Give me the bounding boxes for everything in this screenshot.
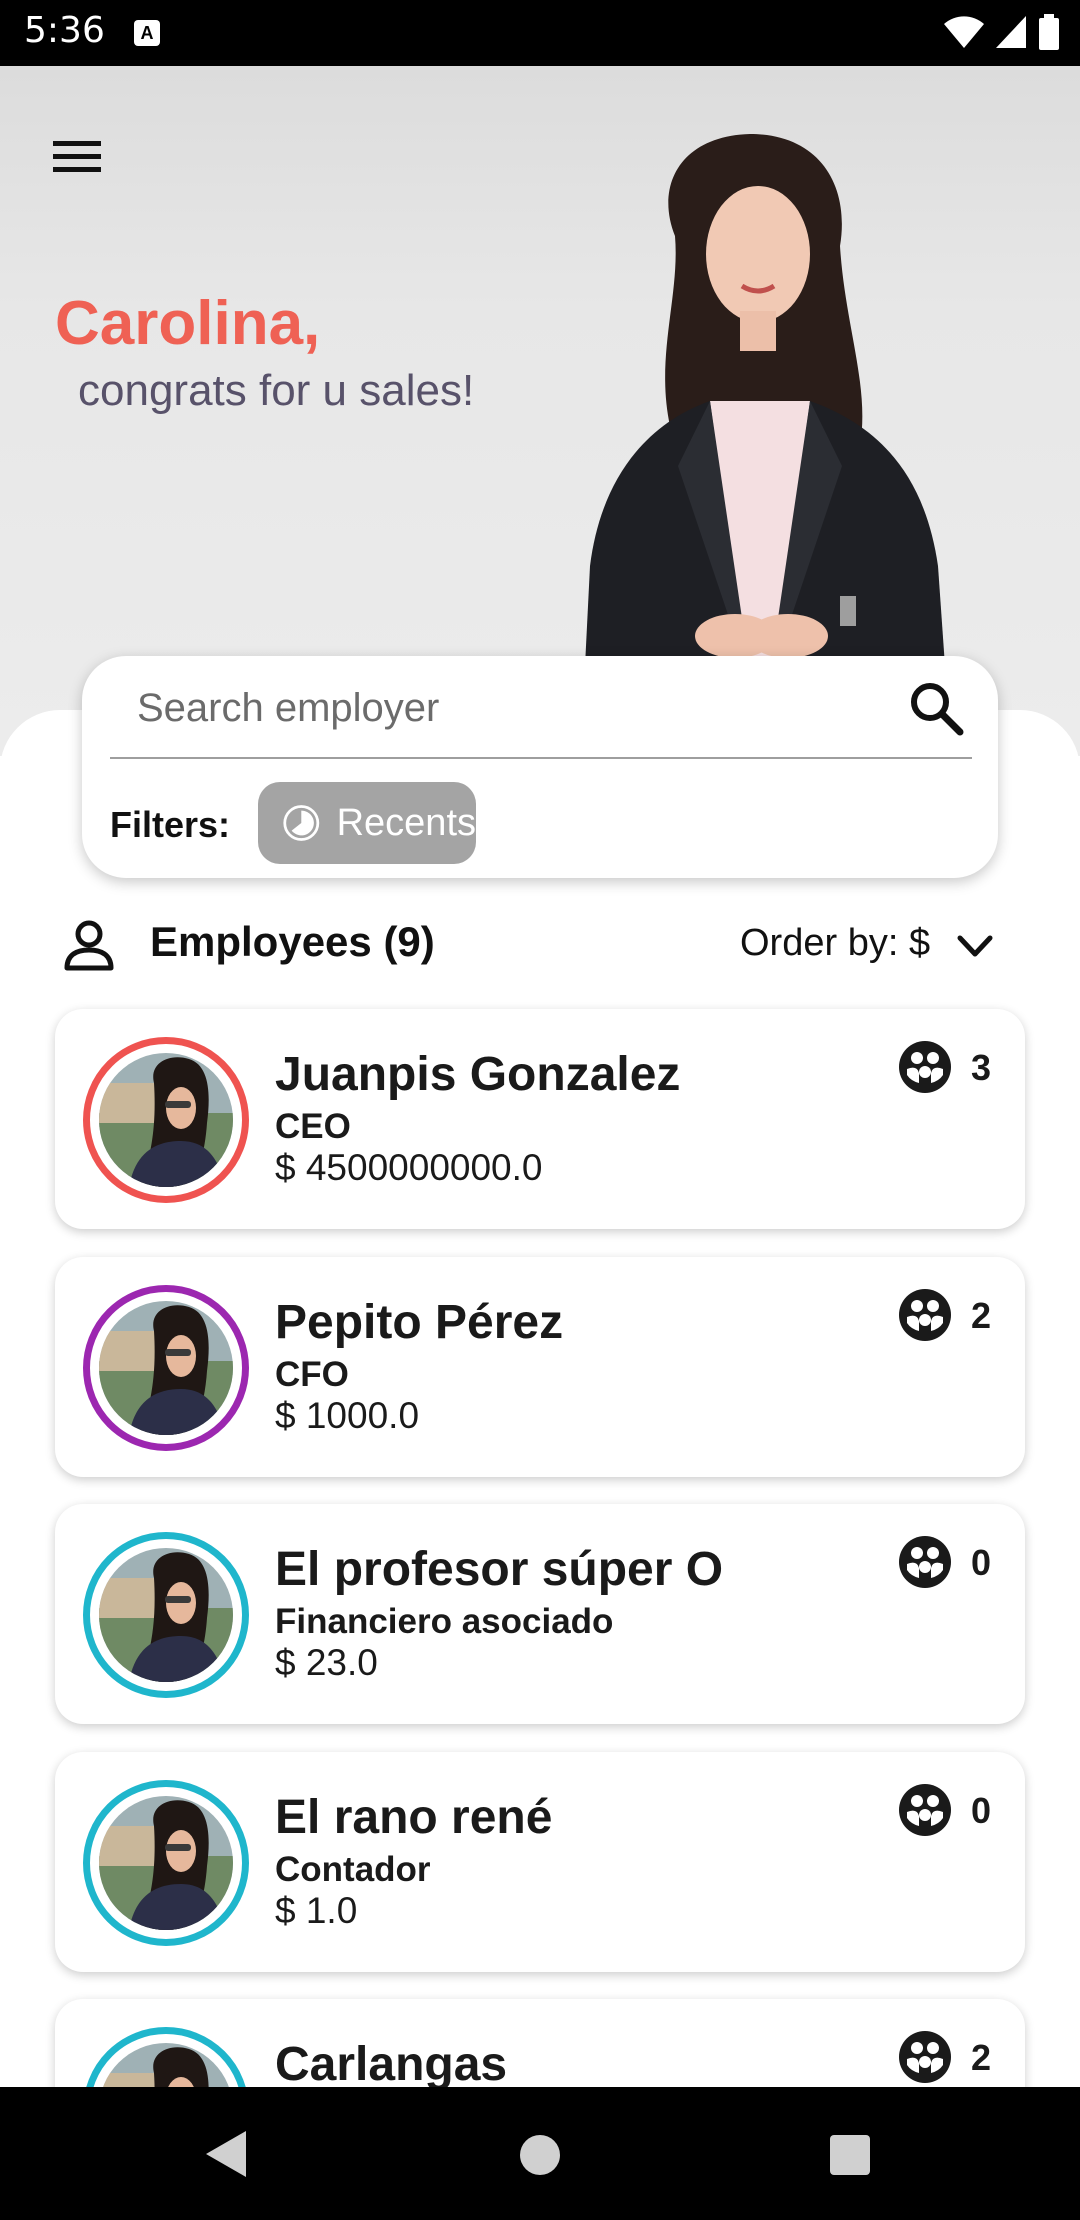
- avatar: [99, 1548, 233, 1682]
- employee-role: Financiero asociado: [275, 1602, 614, 1641]
- team-count: 0: [971, 1790, 992, 1831]
- home-icon[interactable]: [518, 2133, 562, 2177]
- employee-name: Carlangas: [275, 2038, 508, 2091]
- back-icon[interactable]: [202, 2127, 252, 2181]
- employee-salary: $ 1.0: [275, 1890, 358, 1931]
- employee-role: Contador: [275, 1850, 431, 1889]
- employee-card[interactable]: Juanpis Gonzalez CEO $ 4500000000.0 3: [55, 1009, 1025, 1229]
- avatar: [99, 1301, 233, 1435]
- employee-role: CFO: [275, 1355, 349, 1394]
- signal-icon: [996, 16, 1026, 48]
- greeting-subtitle: congrats for u sales!: [78, 366, 475, 415]
- employee-salary: $ 1000.0: [275, 1395, 420, 1436]
- person-icon: [64, 920, 114, 971]
- hero-banner: Carolina, congrats for u sales!: [0, 66, 1080, 756]
- team-count: 2: [971, 2037, 992, 2078]
- clock-icon: [283, 805, 320, 841]
- avatar: [99, 1053, 233, 1187]
- search-input[interactable]: [137, 678, 917, 738]
- team-count: 2: [971, 1295, 992, 1336]
- employee-name: Pepito Pérez: [275, 1296, 564, 1349]
- status-time: 5:36: [24, 10, 105, 51]
- chevron-down-icon[interactable]: [952, 924, 998, 970]
- team-icon: [899, 1784, 951, 1836]
- avatar-ring: [83, 1780, 249, 1946]
- team-icon: [899, 2031, 951, 2083]
- employee-name: Juanpis Gonzalez: [275, 1048, 681, 1101]
- filter-chip-recents[interactable]: Recents: [258, 782, 476, 864]
- employees-title: Employees (9): [150, 918, 435, 965]
- employee-card[interactable]: Pepito Pérez CFO $ 1000.0 2: [55, 1257, 1025, 1477]
- order-by-label[interactable]: Order by: $: [740, 922, 930, 965]
- avatar-ring: [83, 1532, 249, 1698]
- employee-salary: $ 4500000000.0: [275, 1147, 543, 1188]
- menu-button[interactable]: [42, 122, 112, 192]
- search-underline: [110, 757, 972, 759]
- team-icon: [899, 1289, 951, 1341]
- avatar: [99, 1796, 233, 1930]
- team-icon: [899, 1041, 951, 1093]
- team-icon: [899, 1536, 951, 1588]
- status-icons: [944, 14, 1060, 50]
- greeting-name: Carolina,: [55, 289, 321, 358]
- employees-header: Employees (9) Order by: $: [0, 910, 1080, 980]
- system-nav-bar: [0, 2087, 1080, 2220]
- employee-name: El rano rené: [275, 1791, 553, 1844]
- employee-card[interactable]: El rano rené Contador $ 1.0 0: [55, 1752, 1025, 1972]
- employee-name: El profesor súper O: [275, 1543, 724, 1596]
- team-count: 3: [971, 1047, 992, 1088]
- wifi-icon: [944, 16, 984, 48]
- team-count: 0: [971, 1542, 992, 1583]
- search-icon[interactable]: [904, 676, 968, 740]
- menu-icon: [53, 141, 101, 172]
- employee-salary: $ 23.0: [275, 1642, 378, 1683]
- search-card: Filters: Recents: [82, 656, 998, 878]
- employee-card[interactable]: El profesor súper O Financiero asociado …: [55, 1504, 1025, 1724]
- employee-role: CEO: [275, 1107, 351, 1146]
- avatar-ring: [83, 1285, 249, 1451]
- recents-icon[interactable]: [828, 2133, 872, 2177]
- avatar-ring: [83, 1037, 249, 1203]
- notification-icon: A: [134, 20, 160, 46]
- chip-label: Recents: [336, 801, 476, 844]
- battery-icon: [1039, 14, 1059, 50]
- filters-label: Filters:: [110, 804, 231, 845]
- status-bar: 5:36 A: [0, 0, 1080, 66]
